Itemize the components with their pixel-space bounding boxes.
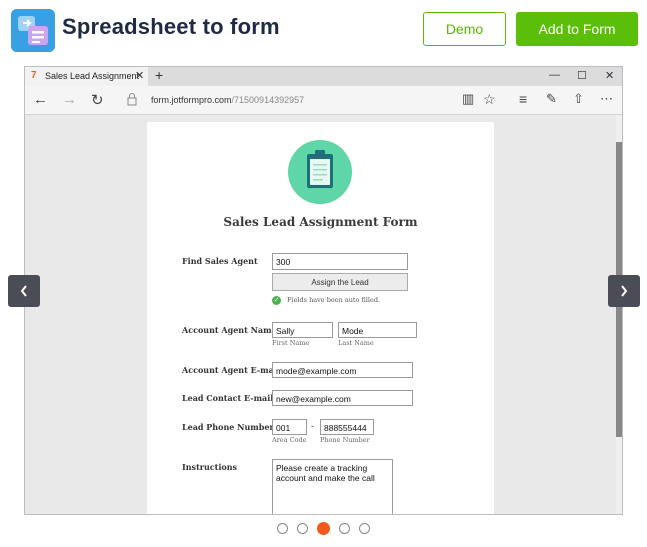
phone-dash: - <box>311 421 314 431</box>
clipboard-icon <box>288 140 352 204</box>
url-domain: form.jotformpro.com <box>151 95 232 105</box>
phone-label: Lead Phone Number <box>182 422 274 432</box>
find-agent-label: Find Sales Agent <box>182 256 258 266</box>
lead-email-input[interactable]: new@example.com <box>272 390 413 406</box>
carousel-dot[interactable] <box>277 523 288 534</box>
add-to-form-button[interactable]: Add to Form <box>516 12 638 46</box>
assign-lead-button[interactable]: Assign the Lead <box>272 273 408 291</box>
carousel-dot-active[interactable] <box>317 522 330 535</box>
next-slide-button[interactable] <box>608 275 640 307</box>
check-icon: ✓ <box>272 296 281 305</box>
app-icon <box>11 9 55 52</box>
window-close-icon[interactable]: ✕ <box>605 69 614 82</box>
chevron-right-icon <box>621 285 628 297</box>
demo-button[interactable]: Demo <box>423 12 506 46</box>
carousel-dot[interactable] <box>359 523 370 534</box>
address-bar[interactable]: form.jotformpro.com/71500914392957 <box>151 95 304 105</box>
browser-navbar: ← → ↻ form.jotformpro.com/71500914392957… <box>25 86 622 115</box>
jotform-favicon-icon: 7 <box>31 70 37 81</box>
url-path: /71500914392957 <box>231 95 305 105</box>
carousel-dot[interactable] <box>339 523 350 534</box>
autofill-note: Fields have been auto filled. <box>287 296 381 304</box>
tab-title: Sales Lead Assignment <box>45 71 140 81</box>
lock-icon <box>127 93 137 106</box>
share-icon[interactable]: ⇧ <box>573 91 584 107</box>
instructions-textarea[interactable]: Please create a tracking account and mak… <box>272 459 393 514</box>
favorite-star-icon[interactable]: ☆ <box>483 91 496 108</box>
account-agent-email-input[interactable]: mode@example.com <box>272 362 413 378</box>
browser-preview: 7 Sales Lead Assignment ✕ + — ☐ ✕ ← → ↻ … <box>24 66 623 515</box>
carousel-dot[interactable] <box>297 523 308 534</box>
refresh-icon[interactable]: ↻ <box>91 91 104 109</box>
lead-email-label: Lead Contact E-mail <box>182 393 274 403</box>
forward-icon[interactable]: → <box>62 91 77 108</box>
close-icon[interactable]: ✕ <box>135 69 144 82</box>
account-agent-name-label: Account Agent Name <box>182 325 277 335</box>
account-agent-email-label: Account Agent E-mail <box>182 365 280 375</box>
phone-number-input[interactable]: 888555444 <box>320 419 374 435</box>
phone-number-sublabel: Phone Number <box>320 436 370 444</box>
previous-slide-button[interactable] <box>8 275 40 307</box>
spreadsheet-form-icon <box>11 9 55 52</box>
back-icon[interactable]: ← <box>33 91 48 108</box>
last-name-sublabel: Last Name <box>338 339 374 347</box>
first-name-sublabel: First Name <box>272 339 310 347</box>
page-title: Spreadsheet to form <box>62 14 280 39</box>
reading-view-icon[interactable]: ▥ <box>462 91 474 107</box>
tab-bar: 7 Sales Lead Assignment ✕ + — ☐ ✕ <box>25 67 622 86</box>
last-name-input[interactable]: Mode <box>338 322 417 338</box>
instructions-label: Instructions <box>182 462 238 472</box>
new-tab-icon[interactable]: + <box>155 67 163 83</box>
area-code-input[interactable]: 001 <box>272 419 307 435</box>
first-name-input[interactable]: Sally <box>272 322 333 338</box>
more-icon[interactable]: ⋯ <box>600 91 613 107</box>
maximize-icon[interactable]: ☐ <box>577 69 587 82</box>
form-card: Sales Lead Assignment Form Find Sales Ag… <box>147 122 494 514</box>
form-title: Sales Lead Assignment Form <box>223 215 418 229</box>
minimize-icon[interactable]: — <box>549 69 560 81</box>
browser-tab[interactable]: 7 Sales Lead Assignment ✕ <box>25 67 148 86</box>
area-code-sublabel: Area Code <box>272 436 307 444</box>
hub-icon[interactable]: ≡ <box>519 91 527 107</box>
page-viewport: Sales Lead Assignment Form Find Sales Ag… <box>25 115 616 514</box>
find-agent-input[interactable]: 300 <box>272 253 408 270</box>
web-note-icon[interactable]: ✎ <box>546 91 557 107</box>
chevron-left-icon <box>20 285 27 297</box>
scrollbar[interactable] <box>616 115 622 514</box>
